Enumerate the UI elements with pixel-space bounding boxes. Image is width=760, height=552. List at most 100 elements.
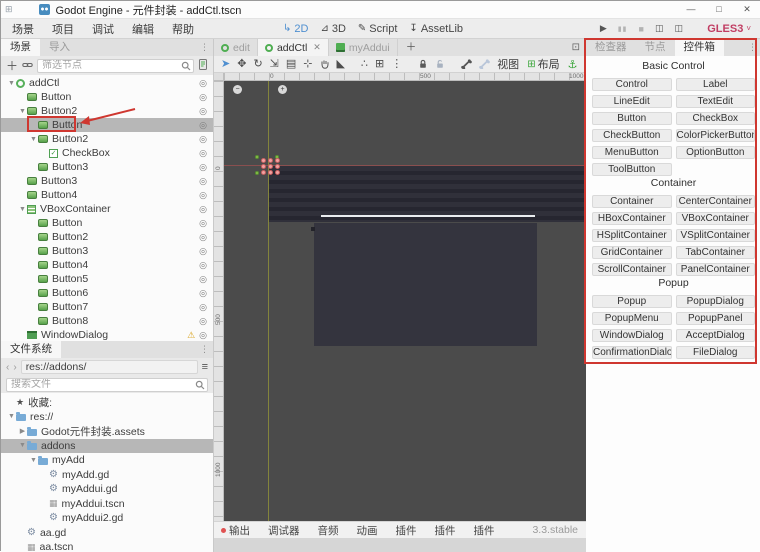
visibility-eye-icon[interactable]: ◎ (199, 330, 207, 341)
visibility-eye-icon[interactable]: ◎ (199, 232, 207, 243)
tree-row-myAddui.gd[interactable]: ⚙ myAddui.gd (1, 482, 213, 497)
search-files-input[interactable] (6, 377, 208, 392)
control-button-HBoxContainer[interactable]: HBoxContainer (592, 212, 672, 225)
tab-scene[interactable]: 场景 (1, 39, 40, 56)
visibility-eye-icon[interactable]: ◎ (199, 204, 207, 215)
tree-row-CheckBox[interactable]: ✓ CheckBox ◎ (1, 146, 213, 160)
smart-snap-tool-icon[interactable]: ∴ (361, 56, 368, 72)
visibility-eye-icon[interactable]: ◎ (199, 274, 207, 285)
move-tool-icon[interactable]: ✥ (237, 56, 246, 72)
tab-检查器[interactable]: 检查器 (586, 39, 636, 56)
minimize-button[interactable]: — (677, 1, 705, 18)
selection-handles[interactable] (255, 153, 283, 177)
dock-menu-icon[interactable]: ⋮ (200, 341, 213, 358)
dock-menu-icon[interactable]: ⋮ (200, 39, 213, 56)
canvas[interactable]: − + (224, 81, 586, 521)
tree-row-Button4[interactable]: Button4 ◎ (1, 188, 213, 202)
visibility-eye-icon[interactable]: ◎ (199, 134, 207, 145)
pan-tool-icon[interactable] (320, 59, 330, 69)
renderer-select[interactable]: GLES3 ˅ (707, 23, 751, 35)
expander-icon[interactable]: ▼ (18, 108, 27, 115)
bottom-tab-调试器-1[interactable]: 调试器 (268, 523, 300, 538)
view-menu[interactable]: 视图 (497, 56, 519, 72)
visibility-eye-icon[interactable]: ◎ (199, 78, 207, 89)
pivot-tool-icon[interactable]: ⊹ (303, 56, 312, 72)
visibility-eye-icon[interactable]: ◎ (199, 316, 207, 327)
control-button-ConfirmationDialog[interactable]: ConfirmationDialog (592, 346, 672, 359)
tree-row-Button2[interactable]: Button2 ◎ (1, 230, 213, 244)
visibility-eye-icon[interactable]: ◎ (199, 218, 207, 229)
visibility-eye-icon[interactable]: ◎ (199, 148, 207, 159)
dock-menu-icon[interactable]: ⋮ (748, 39, 760, 56)
scale-tool-icon[interactable]: ⇲ (270, 56, 279, 72)
mode-script[interactable]: ✎ Script (358, 23, 398, 35)
pause-button[interactable]: ▮▮ (618, 25, 628, 33)
control-button-PopupDialog[interactable]: PopupDialog (675, 295, 755, 308)
rotate-tool-icon[interactable]: ↻ (253, 56, 262, 72)
tree-row-Button6[interactable]: Button6 ◎ (1, 286, 213, 300)
ruler-tool-icon[interactable]: ◣ (337, 56, 345, 72)
close-icon[interactable]: ✕ (313, 42, 321, 53)
control-button-Label[interactable]: Label (675, 78, 755, 91)
tree-row-Button5[interactable]: Button5 ◎ (1, 272, 213, 286)
expander-icon[interactable]: ▶ (18, 427, 27, 435)
tree-row-Button[interactable]: Button ◎ (1, 90, 213, 104)
control-button-TabContainer[interactable]: TabContainer (675, 246, 755, 259)
lock-tool-icon[interactable] (418, 59, 428, 69)
tab-import[interactable]: 导入 (40, 39, 79, 56)
control-button-GridContainer[interactable]: GridContainer (592, 246, 672, 259)
mode-assetlib[interactable]: ↧ AssetLib (409, 23, 463, 35)
control-button-AcceptDialog[interactable]: AcceptDialog (675, 329, 755, 342)
layout-menu[interactable]: ⊞ 布局 (527, 56, 559, 72)
visibility-eye-icon[interactable]: ◎ (199, 302, 207, 313)
control-button-Container[interactable]: Container (592, 195, 672, 208)
control-button-ScrollContainer[interactable]: ScrollContainer (592, 263, 672, 276)
menu-item-帮助[interactable]: 帮助 (163, 21, 203, 37)
tab-节点[interactable]: 节点 (636, 39, 675, 56)
expander-icon[interactable]: ▼ (29, 457, 38, 464)
control-button-Control[interactable]: Control (592, 78, 672, 91)
tree-row-addons[interactable]: ▼ addons (1, 438, 213, 453)
tree-row-收藏:[interactable]: ★ 收藏: (1, 395, 213, 410)
expander-icon[interactable]: ▼ (18, 206, 27, 213)
control-button-PopupPanel[interactable]: PopupPanel (675, 312, 755, 325)
nav-back-icon[interactable]: ‹ (6, 362, 9, 373)
visibility-eye-icon[interactable]: ◎ (199, 162, 207, 173)
nav-forward-icon[interactable]: › (13, 362, 16, 373)
play-scene-button[interactable]: ◫ (655, 23, 664, 34)
list-select-tool-icon[interactable]: ▤ (286, 56, 296, 72)
close-button[interactable]: ✕ (733, 1, 760, 18)
tree-row-Button8[interactable]: Button8 ◎ (1, 314, 213, 328)
menu-item-编辑[interactable]: 编辑 (123, 21, 163, 37)
tree-row-Button2[interactable]: ▼ Button2 ◎ (1, 104, 213, 118)
bottom-tab-音频-2[interactable]: 音频 (318, 523, 339, 538)
control-button-Popup[interactable]: Popup (592, 295, 672, 308)
control-button-PanelContainer[interactable]: PanelContainer (675, 263, 755, 276)
mode-3d[interactable]: ⊿ 3D (320, 23, 345, 35)
bottom-tab-插件-5[interactable]: 插件 (435, 523, 456, 538)
visibility-eye-icon[interactable]: ◎ (199, 120, 207, 131)
visibility-eye-icon[interactable]: ◎ (199, 176, 207, 187)
skeleton-tool-icon[interactable] (461, 59, 472, 69)
script-icon[interactable] (198, 59, 208, 72)
control-button-FileDialog[interactable]: FileDialog (675, 346, 755, 359)
play-custom-scene-button[interactable]: ◫ (674, 23, 683, 34)
control-button-VBoxContainer[interactable]: VBoxContainer (675, 212, 755, 225)
visibility-eye-icon[interactable]: ◎ (199, 260, 207, 271)
tree-row-myAddui.tscn[interactable]: ▦ myAddui.tscn (1, 497, 213, 512)
tree-row-addCtl[interactable]: ▼ addCtl ◎ (1, 76, 213, 90)
tree-row-Button3[interactable]: Button3 ◎ (1, 244, 213, 258)
stop-button[interactable]: ■ (639, 24, 644, 34)
tree-row-myAdd.gd[interactable]: ⚙ myAdd.gd (1, 468, 213, 483)
expander-icon[interactable]: ▼ (18, 442, 27, 449)
scene-tab-myAddui[interactable]: myAddui (329, 39, 398, 56)
expander-icon[interactable]: ▼ (7, 80, 16, 87)
tree-row-Button[interactable]: Button ◎ (1, 216, 213, 230)
distraction-free-icon[interactable]: ⊡ (566, 39, 586, 56)
control-button-PopupMenu[interactable]: PopupMenu (592, 312, 672, 325)
visibility-eye-icon[interactable]: ◎ (199, 288, 207, 299)
control-button-LineEdit[interactable]: LineEdit (592, 95, 672, 108)
control-button-ToolButton[interactable]: ToolButton (592, 163, 672, 176)
play-button[interactable]: ▶ (600, 23, 607, 34)
visibility-eye-icon[interactable]: ◎ (199, 92, 207, 103)
